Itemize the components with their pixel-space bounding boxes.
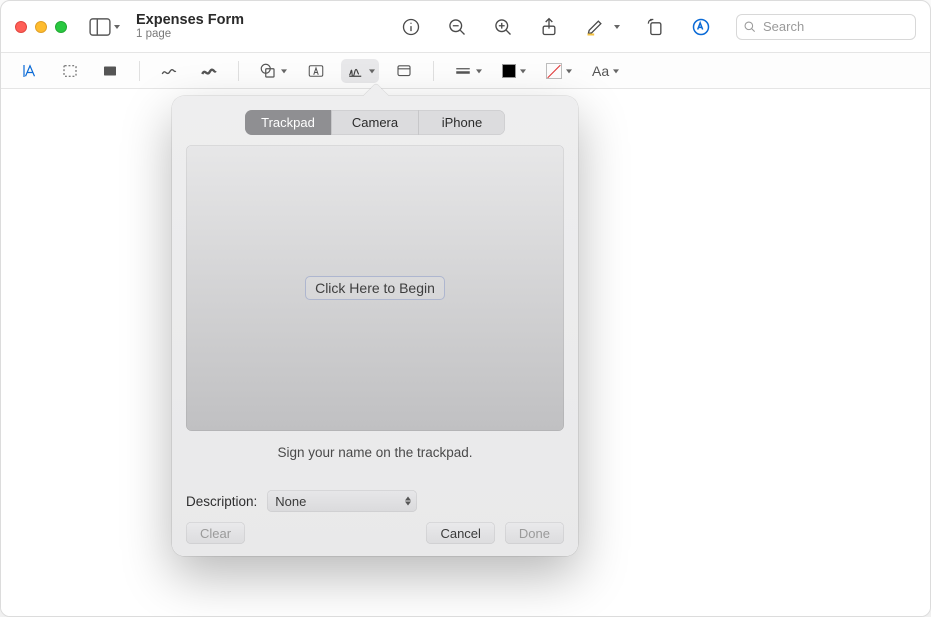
zoom-window-button[interactable] [55, 21, 67, 33]
sidebar-toggle-button[interactable] [89, 18, 120, 36]
signature-icon [347, 62, 365, 80]
text-selection-icon [21, 62, 39, 80]
signature-hint: Sign your name on the trackpad. [186, 445, 564, 460]
line-style-icon [454, 62, 472, 80]
search-placeholder: Search [763, 19, 804, 34]
separator [433, 61, 434, 81]
preview-window: Expenses Form 1 page [0, 0, 931, 617]
description-row: Description: None [186, 490, 564, 512]
text-selection-button[interactable] [15, 59, 45, 83]
rotate-button[interactable] [644, 16, 666, 38]
description-value: None [275, 494, 306, 509]
popover-button-row: Clear Cancel Done [186, 522, 564, 544]
zoom-out-icon [447, 17, 467, 37]
select-stepper-icon [405, 497, 411, 506]
clear-button[interactable]: Clear [186, 522, 245, 544]
shapes-button[interactable] [253, 59, 291, 83]
zoom-in-icon [493, 17, 513, 37]
note-button[interactable] [389, 59, 419, 83]
separator [139, 61, 140, 81]
share-icon [539, 17, 559, 37]
cancel-button[interactable]: Cancel [426, 522, 494, 544]
markup-icon [691, 17, 711, 37]
signature-source-segment: Trackpad Camera iPhone [245, 110, 505, 135]
done-button[interactable]: Done [505, 522, 564, 544]
highlight-button[interactable] [584, 16, 606, 38]
window-controls [15, 21, 67, 33]
highlight-menu-chevron[interactable] [614, 25, 620, 29]
zoom-out-button[interactable] [446, 16, 468, 38]
info-button[interactable] [400, 16, 422, 38]
signature-pad[interactable]: Click Here to Begin [186, 145, 564, 431]
page-count: 1 page [136, 28, 244, 41]
description-label: Description: [186, 494, 257, 509]
begin-signature-button[interactable]: Click Here to Begin [305, 276, 445, 300]
document-title: Expenses Form [136, 12, 244, 29]
description-select[interactable]: None [267, 490, 417, 512]
title-block: Expenses Form 1 page [136, 12, 244, 42]
sketch-button[interactable] [154, 59, 184, 83]
text-box-icon [307, 62, 325, 80]
border-color-swatch [502, 64, 516, 78]
fill-none-icon [546, 63, 562, 79]
fill-color-button[interactable] [540, 59, 576, 83]
search-icon [743, 20, 757, 34]
signature-tab-trackpad[interactable]: Trackpad [245, 110, 331, 135]
text-style-button[interactable]: Aa [586, 59, 623, 83]
text-box-button[interactable] [301, 59, 331, 83]
share-button[interactable] [538, 16, 560, 38]
draw-button[interactable] [194, 59, 224, 83]
top-toolbar: Search [400, 14, 916, 40]
titlebar: Expenses Form 1 page [1, 1, 930, 53]
zoom-in-button[interactable] [492, 16, 514, 38]
rect-selection-button[interactable] [55, 59, 85, 83]
minimize-window-button[interactable] [35, 21, 47, 33]
shape-style-button[interactable] [448, 59, 486, 83]
search-field[interactable]: Search [736, 14, 916, 40]
note-icon [395, 62, 413, 80]
info-icon [401, 17, 421, 37]
markup-toolbar: Aa [1, 53, 930, 89]
sign-button[interactable] [341, 59, 379, 83]
sketch-icon [160, 62, 178, 80]
shapes-icon [259, 62, 277, 80]
signature-popover: Trackpad Camera iPhone Click Here to Beg… [172, 96, 578, 556]
signature-tab-iphone[interactable]: iPhone [419, 110, 505, 135]
sidebar-icon [89, 18, 111, 36]
redact-icon [101, 62, 119, 80]
highlight-icon [585, 17, 605, 37]
rotate-icon [645, 17, 665, 37]
signature-tab-camera[interactable]: Camera [332, 110, 418, 135]
redact-button[interactable] [95, 59, 125, 83]
markup-button[interactable] [690, 16, 712, 38]
chevron-down-icon [114, 25, 120, 29]
text-style-label: Aa [592, 63, 609, 79]
rect-selection-icon [61, 62, 79, 80]
draw-icon [200, 62, 218, 80]
border-color-button[interactable] [496, 59, 530, 83]
separator [238, 61, 239, 81]
close-window-button[interactable] [15, 21, 27, 33]
